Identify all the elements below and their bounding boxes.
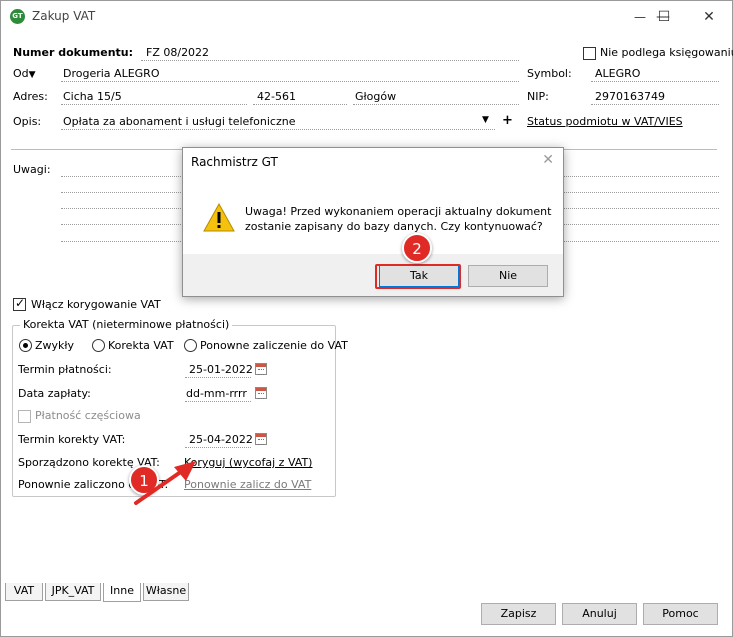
dialog-message: Uwaga! Przed wykonaniem operacji aktualn… — [245, 204, 551, 234]
city-field[interactable]: Głogów — [355, 90, 396, 103]
enable-vat-correction-checkbox[interactable] — [13, 296, 26, 311]
partial-payment-checkbox[interactable] — [18, 410, 31, 423]
correction-date-calendar-icon[interactable] — [255, 433, 267, 445]
confirm-dialog: Rachmistrz GT ✕ Uwaga! Przed wykonaniem … — [182, 147, 564, 297]
main-window: GT Zakup VAT — — ☐ ✕ Numer dokumentu: FZ… — [0, 0, 733, 637]
description-label: Opis: — [13, 115, 42, 128]
street-field[interactable]: Cicha 15/5 — [63, 90, 122, 103]
warning-icon — [203, 203, 235, 232]
not-booked-label: Nie podlega księgowaniu — [600, 46, 733, 59]
close-icon: ✕ — [703, 9, 715, 25]
radio-vat-correction[interactable] — [92, 339, 105, 352]
notes-label: Uwagi: — [13, 163, 51, 176]
postal-code-field[interactable]: 42-561 — [257, 90, 296, 103]
annotation-arrow-icon — [134, 461, 196, 505]
maximize-button[interactable]: ☐ — [641, 3, 687, 31]
nip-field[interactable]: 2970163749 — [595, 90, 665, 103]
symbol-field[interactable]: ALEGRO — [595, 67, 640, 80]
payment-date-label: Data zapłaty: — [18, 387, 91, 400]
description-field[interactable]: Opłata za abonament i usługi telefoniczn… — [63, 115, 295, 128]
due-date-label: Termin płatności: — [18, 363, 112, 376]
window-title: Zakup VAT — [32, 9, 96, 23]
help-button[interactable]: Pomoc — [643, 603, 718, 625]
correct-withdraw-vat-link[interactable]: Koryguj (wycofaj z VAT) — [184, 456, 312, 469]
dialog-message-line-1: Uwaga! Przed wykonaniem operacji aktualn… — [245, 205, 552, 218]
symbol-label: Symbol: — [527, 67, 572, 80]
due-date-calendar-icon[interactable] — [255, 363, 267, 375]
due-date-field[interactable]: 25-01-2022 — [189, 363, 253, 376]
doc-number-label: Numer dokumentu: — [13, 46, 134, 59]
annotation-badge-2: 2 — [402, 233, 432, 263]
payment-date-calendar-icon[interactable] — [255, 387, 267, 399]
radio-normal-label: Zwykły — [35, 339, 75, 352]
dialog-close-icon[interactable]: ✕ — [542, 152, 554, 168]
tab-jpk-vat[interactable]: JPK_VAT — [45, 583, 101, 601]
annotation-highlight-box — [375, 264, 461, 289]
recount-vat-link[interactable]: Ponownie zalicz do VAT — [184, 478, 311, 491]
correction-date-label: Termin korekty VAT: — [18, 433, 126, 446]
doc-number-field[interactable]: FZ 08/2022 — [146, 46, 209, 59]
not-booked-checkbox[interactable] — [583, 47, 596, 60]
radio-recount-vat[interactable] — [184, 339, 197, 352]
from-dropdown[interactable]: Od▼ — [13, 67, 36, 80]
contractor-name-field[interactable]: Drogeria ALEGRO — [63, 67, 159, 80]
tab-custom[interactable]: Własne — [143, 583, 189, 601]
radio-recount-vat-label: Ponowne zaliczenie do VAT — [200, 339, 348, 352]
description-dropdown-chevron-down-icon[interactable]: ▼ — [482, 115, 489, 125]
app-logo-icon: GT — [10, 9, 25, 24]
payment-date-field[interactable]: dd-mm-rrrr — [186, 387, 247, 400]
title-bar: GT Zakup VAT — — ☐ ✕ — [1, 1, 732, 32]
address-label: Adres: — [13, 90, 48, 103]
tab-vat[interactable]: VAT — [5, 583, 43, 601]
chevron-down-icon: ▼ — [28, 70, 36, 80]
tab-other[interactable]: Inne — [103, 583, 141, 602]
cancel-button[interactable]: Anuluj — [562, 603, 637, 625]
maximize-icon: ☐ — [657, 9, 671, 25]
vat-status-link[interactable]: Status podmiotu w VAT/VIES — [527, 115, 683, 128]
dialog-title: Rachmistrz GT — [191, 155, 278, 169]
close-button[interactable]: ✕ — [686, 3, 732, 31]
radio-normal[interactable] — [19, 339, 32, 352]
nip-label: NIP: — [527, 90, 549, 103]
from-label: Od — [13, 67, 29, 80]
no-button[interactable]: Nie — [468, 265, 548, 287]
dialog-message-line-2: zostanie zapisany do bazy danych. Czy ko… — [245, 220, 543, 233]
correction-date-field[interactable]: 25-04-2022 — [189, 433, 253, 446]
save-button[interactable]: Zapisz — [481, 603, 556, 625]
enable-vat-correction-label: Włącz korygowanie VAT — [31, 298, 161, 311]
partial-payment-label: Płatność częściowa — [35, 409, 141, 422]
vat-correction-group-title: Korekta VAT (nieterminowe płatności) — [20, 318, 233, 331]
dialog-footer: Tak Nie — [183, 254, 563, 296]
radio-vat-correction-label: Korekta VAT — [108, 339, 174, 352]
add-description-plus-icon[interactable]: + — [502, 113, 513, 128]
